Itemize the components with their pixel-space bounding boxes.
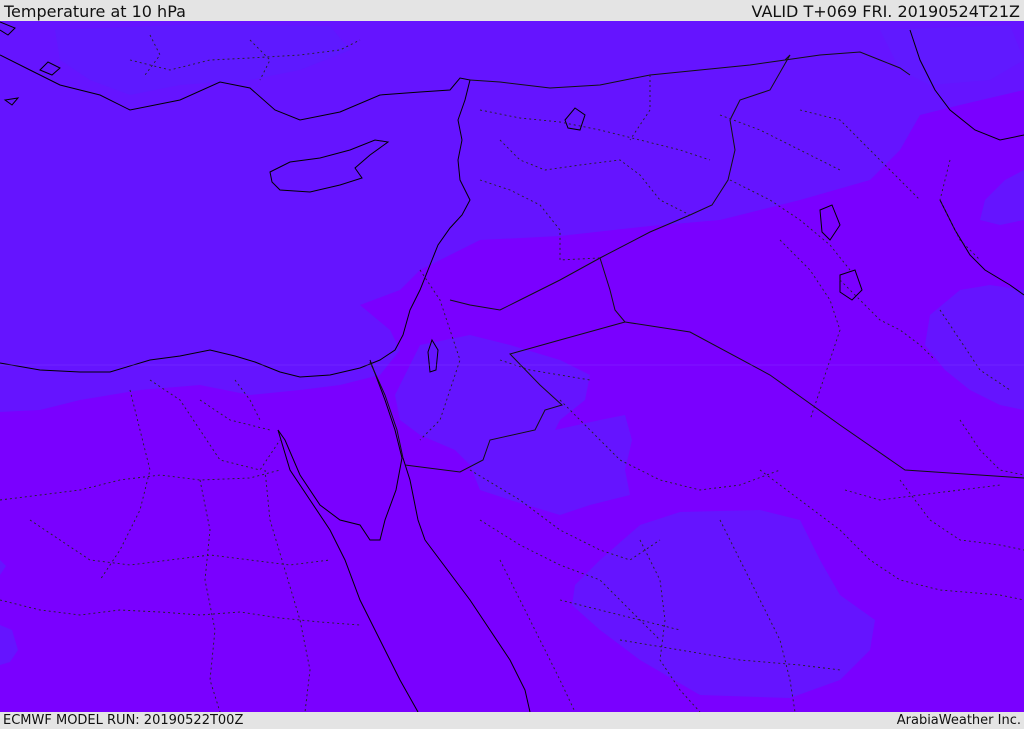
footer-bar: ECMWF MODEL RUN: 20190522T00Z ArabiaWeat… xyxy=(0,712,1024,729)
temperature-map[interactable] xyxy=(0,21,1024,712)
map-canvas xyxy=(0,21,1024,712)
header-bar: Temperature at 10 hPa VALID T+069 FRI. 2… xyxy=(0,0,1024,21)
model-run-label: ECMWF MODEL RUN: 20190522T00Z xyxy=(3,713,244,728)
credit-label: ArabiaWeather Inc. xyxy=(896,713,1021,728)
map-title: Temperature at 10 hPa xyxy=(4,2,186,21)
valid-time-label: VALID T+069 FRI. 20190524T21Z xyxy=(751,2,1020,21)
